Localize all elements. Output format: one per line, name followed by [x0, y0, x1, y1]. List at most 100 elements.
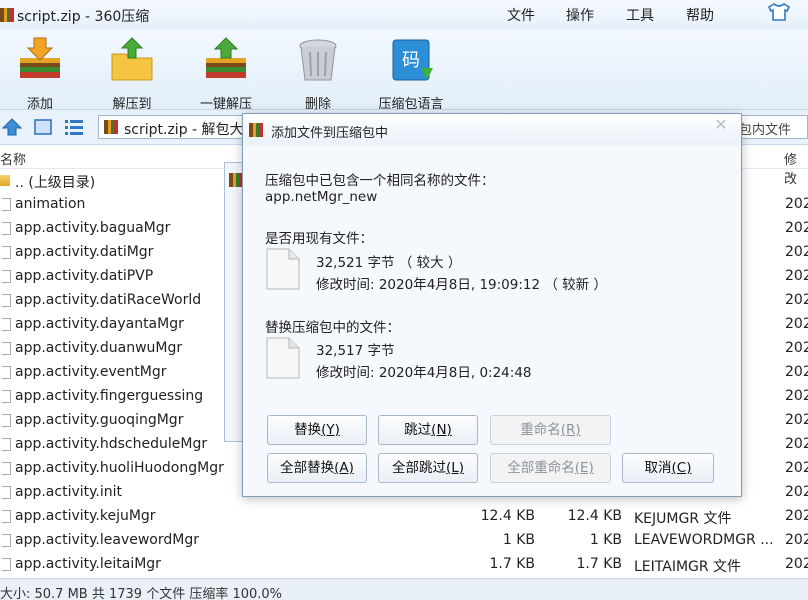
cancel-button[interactable]: 取消(C)	[622, 453, 714, 483]
replace-button-shortcut: (Y)	[321, 422, 340, 438]
one-click-extract-button[interactable]: 一键解压	[196, 36, 256, 112]
file-icon	[2, 438, 11, 451]
file-name: app.activity.hdscheduleMgr	[15, 436, 208, 452]
file-icon	[2, 270, 11, 283]
file-icon	[2, 198, 11, 211]
file-modified: 202	[785, 532, 808, 548]
menu-tools[interactable]: 工具	[626, 5, 654, 25]
skip-all-button[interactable]: 全部跳过(L)	[378, 453, 478, 483]
replace-button-text: 替换	[294, 422, 322, 438]
cancel-button-shortcut: (C)	[671, 460, 692, 476]
menu-operation[interactable]: 操作	[566, 5, 594, 25]
file-name: app.activity.fingerguessing	[15, 388, 204, 404]
skip-button-text: 跳过	[404, 422, 432, 438]
conflict-intro-text: 压缩包中已包含一个相同名称的文件：	[265, 173, 495, 189]
file-modified: 202	[785, 556, 808, 572]
file-row[interactable]: app.activity.leitaiMgr 1.7 KB 1.7 KB LEITAI…	[0, 553, 808, 577]
file-icon	[2, 222, 11, 235]
replacement-file-size: 32,517 字节	[316, 343, 395, 359]
file-icon	[2, 486, 11, 499]
file-size: 1 KB	[589, 532, 622, 548]
replace-all-button-shortcut: (A)	[334, 460, 354, 476]
file-name: animation	[15, 196, 86, 212]
file-icon	[2, 414, 11, 427]
file-modified: 202	[785, 364, 808, 380]
file-name: app.activity.baguaMgr	[15, 220, 171, 236]
file-modified: 202	[785, 460, 808, 476]
app-logo-icon	[0, 8, 14, 22]
skip-button[interactable]: 跳过(N)	[378, 415, 478, 445]
file-name: app.activity.datiRaceWorld	[15, 292, 202, 308]
extract-to-button[interactable]: 解压到	[106, 36, 158, 112]
file-type: KEJUMGR 文件	[634, 511, 732, 527]
file-type: LEAVEWORDMGR ...	[634, 532, 774, 548]
file-row[interactable]: app.activity.kejuMgr 12.4 KB 12.4 KB KEJUMG…	[0, 505, 808, 529]
menu-help[interactable]: 帮助	[686, 5, 714, 25]
rename-all-button-shortcut: (E)	[574, 460, 594, 476]
existing-file-time: 修改时间: 2020年4月8日, 19:09:12 （ 较新 ）	[316, 277, 607, 293]
rename-button[interactable]: 重命名(R)	[490, 415, 611, 445]
file-modified: 202	[785, 196, 808, 212]
path-text: script.zip - 解包大	[124, 122, 244, 138]
replace-button[interactable]: 替换(Y)	[267, 415, 367, 445]
menu-file[interactable]: 文件	[507, 5, 535, 25]
file-name: app.activity.leitaiMgr	[15, 556, 161, 572]
file-name: app.activity.datiMgr	[15, 244, 154, 260]
add-button[interactable]: 添加	[14, 36, 66, 112]
thumbnail-view-icon[interactable]	[33, 118, 53, 136]
file-icon	[2, 342, 11, 355]
conflict-filename: app.netMgr_new	[265, 189, 378, 205]
replace-all-button[interactable]: 全部替换(A)	[267, 453, 367, 483]
existing-file-icon	[266, 248, 300, 290]
extract-folder-icon	[111, 37, 153, 81]
list-view-icon[interactable]	[64, 118, 84, 136]
zip-file-icon	[229, 173, 243, 187]
parent-directory-label: .. (上级目录)	[15, 175, 96, 191]
file-size: 1.7 KB	[576, 556, 623, 572]
dialog-title-bar: 添加文件到压缩包中 ✕	[243, 114, 741, 146]
file-row[interactable]: app.activity.leavewordMgr 1 KB 1 KB LEAVEWO…	[0, 529, 808, 553]
file-name: app.activity.eventMgr	[15, 364, 167, 380]
encoding-code-icon: 码	[392, 39, 433, 81]
svg-text:码: 码	[402, 50, 420, 71]
existing-file-size: 32,521 字节 （ 较大 ）	[316, 255, 462, 271]
file-modified: 202	[785, 508, 808, 524]
file-icon	[2, 294, 11, 307]
path-address-bar[interactable]: script.zip - 解包大	[98, 115, 258, 139]
file-name: app.activity.duanwuMgr	[15, 340, 183, 356]
file-icon	[2, 462, 11, 475]
close-icon[interactable]: ✕	[711, 116, 731, 134]
window-title: script.zip - 360压缩	[17, 9, 150, 25]
search-placeholder: 包内文件	[739, 123, 792, 138]
file-modified: 202	[785, 292, 808, 308]
file-icon	[2, 390, 11, 403]
main-toolbar: 添加 解压到 一键解压 删除 码 压缩包语言	[0, 30, 808, 112]
delete-button[interactable]: 删除	[294, 36, 342, 112]
file-icon	[2, 318, 11, 331]
title-bar: script.zip - 360压缩 文件 操作 工具 帮助	[0, 0, 808, 30]
file-conflict-dialog: 添加文件到压缩包中 ✕ 压缩包中已包含一个相同名称的文件： app.netMgr…	[242, 113, 742, 497]
file-packed-size: 1.7 KB	[489, 556, 536, 572]
existing-file-heading: 是否用现有文件：	[265, 231, 373, 247]
replacement-file-time: 修改时间: 2020年4月8日, 0:24:48	[316, 365, 532, 381]
file-modified: 202	[785, 484, 808, 500]
skip-all-button-text: 全部跳过	[391, 460, 446, 476]
rename-all-button-text: 全部重命名	[507, 460, 575, 476]
file-icon	[2, 558, 11, 571]
replace-file-heading: 替换压缩包中的文件：	[265, 320, 400, 336]
zip-file-icon	[104, 120, 118, 134]
file-name: app.activity.dayantaMgr	[15, 316, 184, 332]
add-archive-icon	[20, 37, 60, 78]
dialog-title: 添加文件到压缩包中	[271, 126, 389, 141]
file-modified: 202	[785, 268, 808, 284]
up-arrow-icon[interactable]	[2, 118, 22, 136]
file-name: app.activity.datiPVP	[15, 268, 154, 284]
file-size: 12.4 KB	[567, 508, 622, 524]
rename-all-button[interactable]: 全部重命名(E)	[490, 453, 611, 483]
column-header-name[interactable]: 名称	[0, 149, 26, 168]
file-name: app.activity.guoqingMgr	[15, 412, 184, 428]
status-text: 大小: 50.7 MB 共 1739 个文件 压缩率 100.0%	[0, 587, 283, 600]
shirt-icon[interactable]	[766, 2, 792, 22]
archive-encoding-button[interactable]: 码 压缩包语言	[376, 36, 446, 112]
trash-bin-icon	[299, 39, 337, 81]
